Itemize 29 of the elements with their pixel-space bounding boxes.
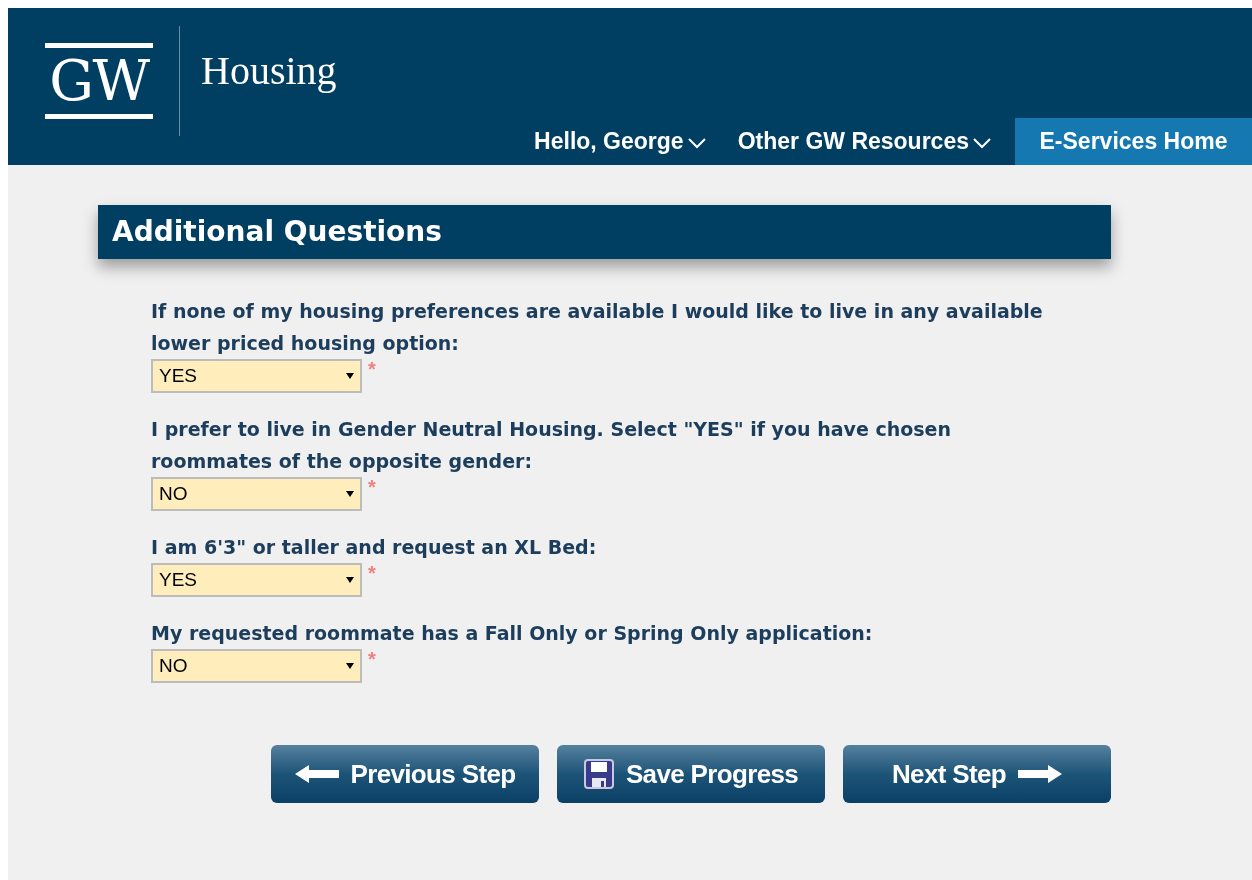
chevron-down-icon xyxy=(687,138,706,149)
chevron-down-icon xyxy=(973,138,991,149)
caret-icon xyxy=(346,663,354,669)
dropdown-field[interactable]: NO xyxy=(151,649,362,683)
caret-icon xyxy=(346,491,354,497)
required-mark: * xyxy=(368,359,376,379)
dropdown-field[interactable]: YES xyxy=(151,359,362,393)
site-title: Housing xyxy=(201,46,337,95)
right-arrow-icon xyxy=(1018,764,1063,784)
question-label: If none of my housing preferences are available I would like to live in any available lower priced housing option: xyxy=(151,299,1044,356)
nav-dropdown[interactable]: Other GW Resources xyxy=(721,118,1007,165)
required-mark: * xyxy=(368,649,376,669)
question-label: I prefer to live in Gender Neutral Housing. Select "YES" if you have chosen roommates of the opposite gender: xyxy=(151,417,952,474)
caret-icon xyxy=(346,577,354,583)
question-label: I am 6'3" or taller and request an XL Bed: xyxy=(151,535,598,560)
dropdown-field[interactable]: NO xyxy=(151,477,362,511)
caret-icon xyxy=(346,373,354,379)
dropdown-field[interactable]: YES xyxy=(151,563,362,597)
previous-button[interactable]: Previous Step xyxy=(271,745,539,803)
nav-link[interactable]: E-Services Home xyxy=(1015,118,1252,165)
required-mark: * xyxy=(368,563,376,583)
save-button[interactable]: Save Progress xyxy=(557,745,825,803)
gw-logo: GW xyxy=(45,42,153,119)
required-mark: * xyxy=(368,477,376,497)
next-button[interactable]: Next Step xyxy=(843,745,1111,803)
left-arrow-icon xyxy=(294,764,339,784)
nav-dropdown[interactable]: Hello, George xyxy=(518,118,722,165)
section-title: Additional Questions xyxy=(112,214,442,250)
question-label: My requested roommate has a Fall Only or Spring Only application: xyxy=(151,621,874,646)
